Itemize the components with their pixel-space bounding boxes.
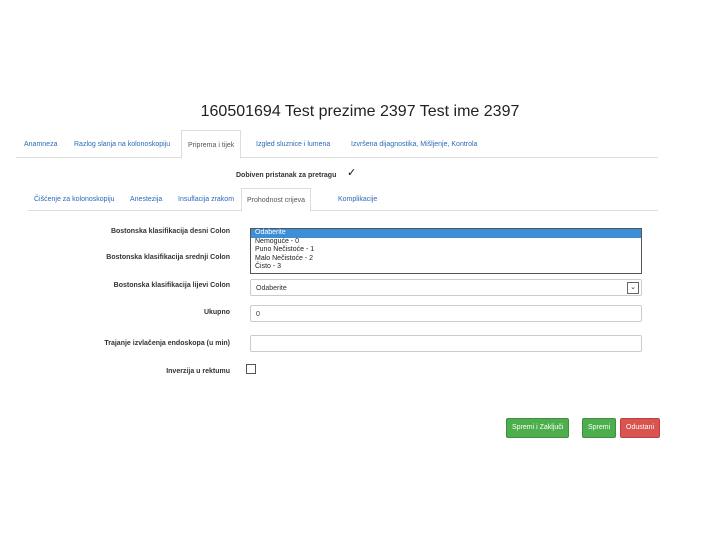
- tab-anamneza[interactable]: Anamneza: [24, 130, 57, 157]
- inverzija-label: Inverzija u rektumu: [166, 368, 230, 375]
- lijevi-colon-value: Odaberite: [256, 285, 287, 292]
- consent-label: Dobiven pristanak za pretragu: [236, 172, 337, 179]
- save-button[interactable]: Spremi: [582, 418, 617, 438]
- sub-tabs: Čišćenje za kolonoskopiju Anestezija Ins…: [28, 188, 658, 212]
- desni-colon-dropdown-list[interactable]: Odaberite Nemoguće - 0 Puno Nečistoće - …: [250, 228, 642, 274]
- main-tabs: Anamneza Razlog slanja na kolonoskopiju …: [16, 130, 658, 159]
- tab-priprema[interactable]: Priprema i tijek: [181, 130, 242, 159]
- tab-razlog[interactable]: Razlog slanja na kolonoskopiju: [74, 130, 170, 157]
- ukupno-field[interactable]: 0: [250, 305, 642, 322]
- page-title: 160501694 Test prezime 2397 Test ime 239…: [200, 103, 520, 120]
- chevron-down-icon: ⌄: [627, 282, 639, 294]
- tab-ciscenje[interactable]: Čišćenje za kolonoskopiju: [34, 188, 115, 210]
- tab-izgled[interactable]: Izgled sluznice i lumena: [256, 130, 330, 157]
- dropdown-option[interactable]: Nemoguće - 0: [251, 238, 641, 247]
- desni-colon-label: Bostonska klasifikacija desni Colon: [110, 228, 230, 235]
- tab-izvrsena[interactable]: Izvršena dijagnostika, Mišljenje, Kontro…: [351, 130, 477, 157]
- trajanje-field[interactable]: [250, 335, 642, 352]
- tab-prohodnost[interactable]: Prohodnost crijeva: [241, 188, 311, 212]
- tab-komplikacije[interactable]: Komplikacije: [338, 188, 377, 210]
- dropdown-option[interactable]: Malo Nečistoće - 2: [251, 255, 641, 264]
- srednji-colon-label: Bostonska klasifikacija srednji Colon: [106, 254, 230, 261]
- tab-insuflacija[interactable]: Insuflacija zrakom: [178, 188, 234, 210]
- tab-anestezija[interactable]: Anestezija: [130, 188, 162, 210]
- save-close-button[interactable]: Spremi i Zaključi: [506, 418, 570, 438]
- ukupno-label: Ukupno: [203, 309, 230, 316]
- dropdown-option[interactable]: Puno Nečistoće - 1: [251, 246, 641, 255]
- lijevi-colon-label: Bostonska klasifikacija lijevi Colon: [113, 282, 230, 289]
- dropdown-option[interactable]: Čisto - 3: [251, 263, 641, 272]
- trajanje-label: Trajanje izvlačenja endoskopa (u min): [104, 340, 230, 347]
- inverzija-checkbox[interactable]: [246, 364, 256, 374]
- lijevi-colon-select[interactable]: Odaberite ⌄: [250, 279, 642, 296]
- dropdown-option[interactable]: Odaberite: [251, 229, 641, 238]
- consent-checkbox[interactable]: ✓: [347, 166, 356, 179]
- cancel-button[interactable]: Odustani: [620, 418, 661, 438]
